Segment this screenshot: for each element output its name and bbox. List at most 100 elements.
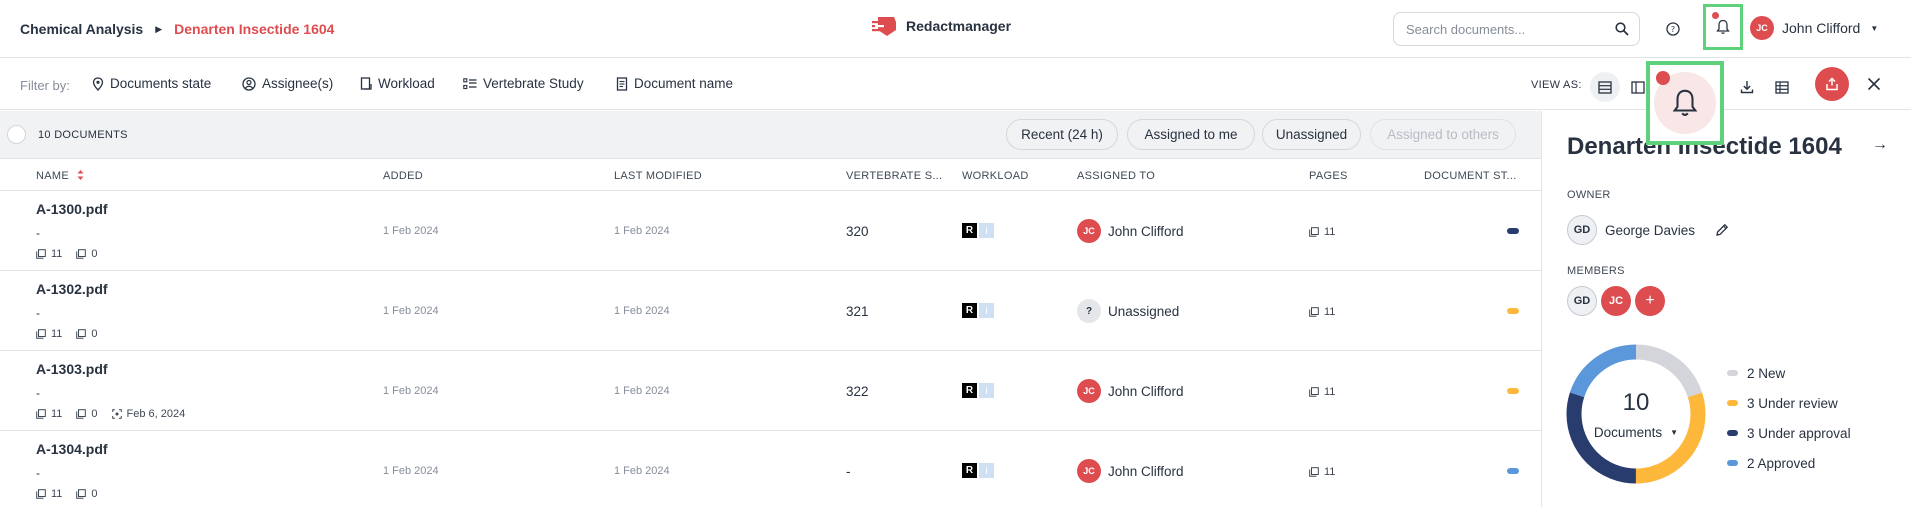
filter-document-name[interactable]: Document name [616, 76, 733, 91]
arrow-right-icon[interactable]: → [1872, 136, 1888, 154]
breadcrumb-current[interactable]: Denarten Insectide 1604 [174, 21, 334, 37]
workload-icon [360, 76, 372, 90]
close-icon [1867, 77, 1881, 91]
donut-total: 10 [1622, 388, 1650, 416]
table-row[interactable]: A-1302.pdf - 11 0 1 Feb 2024 1 Feb 2024 … [0, 271, 1541, 351]
file-name[interactable]: A-1302.pdf [36, 281, 108, 297]
page-count: 11 [1309, 306, 1335, 318]
pages-icon [1309, 307, 1319, 317]
legend-item[interactable]: 2 New [1727, 358, 1851, 388]
filter-label-assignees: Assignee(s) [262, 76, 334, 91]
filter-assignees[interactable]: Assignee(s) [242, 76, 333, 91]
chip-assigned-to-others: Assigned to others [1370, 119, 1516, 150]
legend-item[interactable]: 2 Approved [1727, 448, 1851, 478]
notification-dot [1712, 12, 1719, 19]
notifications-button[interactable] [1703, 4, 1743, 50]
close-button[interactable] [1860, 70, 1888, 98]
file-name[interactable]: A-1300.pdf [36, 201, 108, 217]
col-document-state[interactable]: DOCUMENT ST... [1424, 170, 1517, 182]
meta-pages: 11 [36, 248, 62, 260]
donut-center: 10 Documents ▼ [1565, 343, 1707, 485]
assignee[interactable]: JC John Clifford [1077, 459, 1184, 483]
app-brand[interactable]: Redactmanager [872, 14, 1011, 38]
view-list-button[interactable] [1590, 72, 1620, 102]
legend-item[interactable]: 3 Under approval [1727, 418, 1851, 448]
table-toolbar: 10 DOCUMENTS Recent (24 h) Assigned to m… [0, 111, 1541, 159]
col-pages[interactable]: PAGES [1309, 170, 1348, 182]
donut-label-dropdown[interactable]: Documents ▼ [1594, 425, 1678, 440]
table-row[interactable]: A-1304.pdf - 11 0 1 Feb 2024 1 Feb 2024 … [0, 431, 1541, 507]
annotations-icon [76, 329, 87, 339]
meta-comments: 0 [76, 248, 98, 260]
user-menu[interactable]: JC John Clifford ▼ [1750, 16, 1878, 40]
modified-date: 1 Feb 2024 [614, 225, 670, 237]
workload-info-badge: I [979, 463, 994, 478]
vertebrate-study-value: 321 [846, 304, 869, 319]
member-avatar[interactable]: JC [1601, 286, 1631, 316]
added-date: 1 Feb 2024 [383, 385, 439, 397]
annotations-icon [76, 249, 87, 259]
filter-workload[interactable]: Workload [360, 76, 435, 91]
document-state-indicator [1507, 468, 1519, 474]
select-all-checkbox[interactable] [7, 125, 26, 144]
user-avatar: JC [1750, 16, 1774, 40]
meta-comments-count: 0 [91, 248, 98, 260]
pages-icon [1309, 387, 1319, 397]
search-box[interactable] [1393, 12, 1640, 46]
assignee[interactable]: JC John Clifford [1077, 219, 1184, 243]
page-count-value: 11 [1324, 386, 1336, 398]
edit-icon[interactable] [1715, 223, 1729, 237]
search-icon[interactable] [1615, 22, 1629, 36]
col-assigned-to[interactable]: ASSIGNED TO [1077, 170, 1155, 182]
table-row[interactable]: A-1303.pdf - 11 0 Feb 6, 2024 1 Feb 2024… [0, 351, 1541, 431]
assignee[interactable]: ? Unassigned [1077, 299, 1179, 323]
help-icon: ? [1666, 22, 1680, 36]
workload-redaction-badge: R [962, 463, 977, 478]
col-added[interactable]: ADDED [383, 170, 423, 182]
filter-bar: Filter by: Documents state Assignee(s) W… [0, 58, 1911, 110]
add-member-button[interactable]: + [1635, 286, 1665, 316]
col-vertebrate-study[interactable]: VERTEBRATE S... [846, 170, 942, 182]
table-row[interactable]: A-1300.pdf - 11 0 1 Feb 2024 1 Feb 2024 … [0, 191, 1541, 271]
notification-dot [1656, 71, 1670, 85]
meta-pages-count: 11 [51, 248, 63, 260]
excel-report-button[interactable] [1767, 72, 1797, 102]
pages-icon [36, 249, 46, 259]
help-button[interactable]: ? [1661, 17, 1685, 41]
file-name[interactable]: A-1304.pdf [36, 441, 108, 457]
document-icon [616, 76, 628, 91]
file-name[interactable]: A-1303.pdf [36, 361, 108, 377]
chip-assigned-to-me[interactable]: Assigned to me [1127, 119, 1255, 150]
vertebrate-study-value: 322 [846, 384, 869, 399]
member-avatar[interactable]: GD [1567, 286, 1597, 316]
col-workload[interactable]: WORKLOAD [962, 170, 1029, 182]
search-input[interactable] [1406, 21, 1606, 37]
col-name[interactable]: NAME [36, 170, 69, 182]
assignee-name: Unassigned [1108, 303, 1180, 319]
file-meta: 11 0 [36, 488, 112, 500]
meta-due-date: Feb 6, 2024 [111, 408, 185, 420]
meta-comments-count: 0 [91, 408, 98, 420]
chip-unassigned[interactable]: Unassigned [1262, 119, 1361, 150]
assignee-avatar: JC [1077, 379, 1101, 403]
filter-documents-state[interactable]: Documents state [92, 76, 211, 91]
filter-label-document-name: Document name [634, 76, 734, 91]
chip-recent[interactable]: Recent (24 h) [1006, 119, 1118, 150]
col-last-modified[interactable]: LAST MODIFIED [614, 170, 702, 182]
breadcrumb-parent[interactable]: Chemical Analysis [20, 21, 143, 37]
filter-label-workload: Workload [378, 76, 435, 91]
pages-icon [1309, 227, 1319, 237]
assignee[interactable]: JC John Clifford [1077, 379, 1184, 403]
breadcrumb-separator-icon: ▶ [155, 23, 163, 34]
export-button[interactable] [1815, 67, 1849, 101]
legend-swatch [1727, 430, 1738, 436]
workload-info-badge: I [979, 223, 994, 238]
download-button[interactable] [1732, 72, 1762, 102]
legend-item[interactable]: 3 Under review [1727, 388, 1851, 418]
location-pin-icon [92, 76, 104, 91]
file-meta: 11 0 [36, 248, 112, 260]
sort-icon[interactable] [77, 169, 84, 181]
workload-indicator: R I [962, 223, 994, 238]
filter-vertebrate-study[interactable]: Vertebrate Study [463, 76, 584, 91]
app-name: Redactmanager [906, 18, 1012, 34]
